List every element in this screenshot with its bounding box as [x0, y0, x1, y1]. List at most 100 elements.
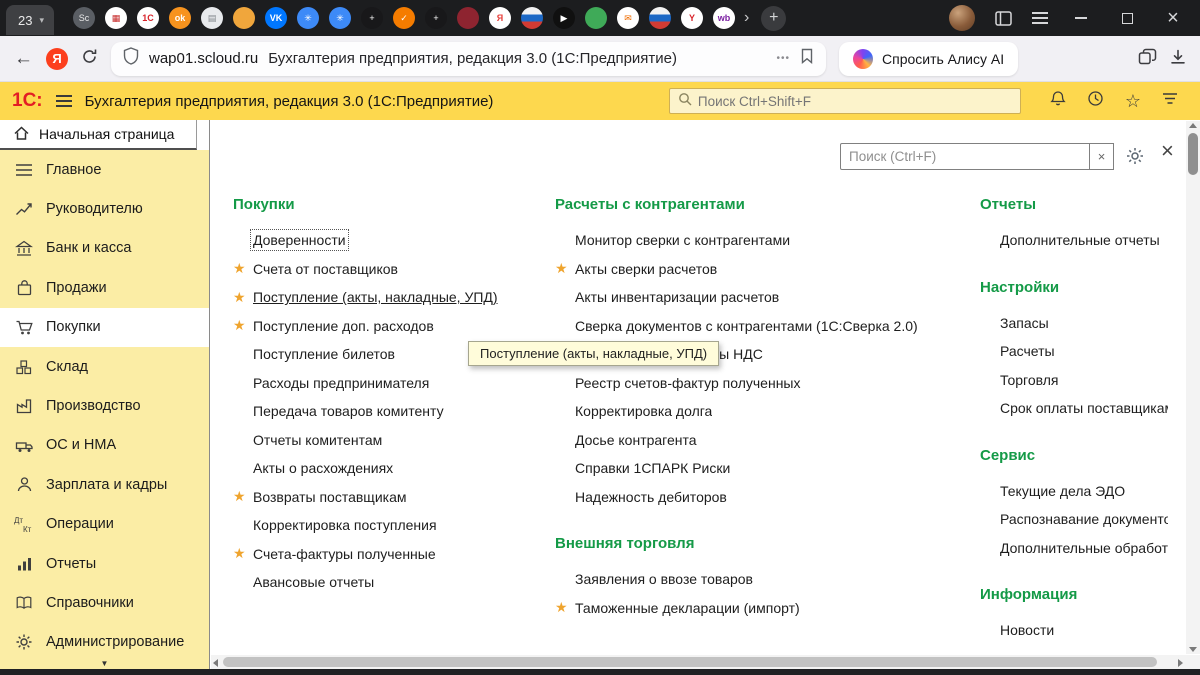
- ask-alice-button[interactable]: Спросить Алису AI: [839, 41, 1019, 76]
- browser-tab-favicon[interactable]: [649, 7, 671, 29]
- sidebar-item-administrirovanie[interactable]: Администрирование: [0, 623, 209, 662]
- menu-link[interactable]: Надежность дебиторов: [575, 489, 727, 505]
- browser-tab-favicon[interactable]: +: [425, 7, 447, 29]
- horizontal-scrollbar-thumb[interactable]: [223, 657, 1157, 667]
- history-icon[interactable]: [1087, 90, 1104, 112]
- 1c-logo[interactable]: 1С:: [12, 90, 43, 112]
- scroll-left-arrow-icon[interactable]: [213, 659, 218, 667]
- browser-tab-favicon[interactable]: ✉: [617, 7, 639, 29]
- scroll-down-arrow-icon[interactable]: [1189, 647, 1197, 652]
- menu-link[interactable]: Счета от поставщиков: [253, 261, 398, 277]
- tab-overflow-chevron-icon[interactable]: ›: [744, 9, 749, 27]
- menu-link[interactable]: Таможенные декларации (импорт): [575, 600, 800, 616]
- sidebar-item-bank-i-kassa[interactable]: Банк и касса: [0, 229, 209, 268]
- vertical-scrollbar-thumb[interactable]: [1188, 133, 1198, 175]
- star-icon[interactable]: ★: [233, 317, 253, 334]
- browser-active-tab[interactable]: 23 ▾: [6, 5, 54, 35]
- menu-link[interactable]: Запасы: [1000, 315, 1049, 331]
- window-minimize-button[interactable]: [1068, 5, 1094, 31]
- scroll-right-arrow-icon[interactable]: [1178, 659, 1183, 667]
- menu-link[interactable]: Распознавание документов: [1000, 511, 1168, 527]
- sidebar-item-spravochniki[interactable]: Справочники: [0, 583, 209, 622]
- browser-tab-favicon[interactable]: ▤: [201, 7, 223, 29]
- favorites-star-icon[interactable]: ☆: [1125, 92, 1141, 110]
- menu-link[interactable]: Монитор сверки с контрагентами: [575, 232, 790, 248]
- browser-tab-favicon[interactable]: ✓: [393, 7, 415, 29]
- clear-search-icon[interactable]: ×: [1090, 143, 1114, 170]
- menu-link[interactable]: Акты сверки расчетов: [575, 261, 717, 277]
- browser-tab-favicon[interactable]: ok: [169, 7, 191, 29]
- menu-link[interactable]: Реестр счетов-фактур полученных: [575, 375, 801, 391]
- sidebar-item-pokupki[interactable]: Покупки: [0, 307, 209, 347]
- scroll-up-arrow-icon[interactable]: [1189, 123, 1197, 128]
- menu-link[interactable]: Текущие дела ЭДО: [1000, 483, 1125, 499]
- sidebar-item-proizvodstvo[interactable]: Производство: [0, 386, 209, 425]
- sidebar-item-operatsii[interactable]: Дт Кт Операции: [0, 505, 209, 544]
- sidebar-item-rukovoditelyu[interactable]: Руководителю: [0, 189, 209, 228]
- star-icon[interactable]: ★: [233, 260, 253, 277]
- bookmark-icon[interactable]: [800, 48, 814, 69]
- browser-tab-favicon[interactable]: [233, 7, 255, 29]
- browser-tab-favicon[interactable]: 1С: [137, 7, 159, 29]
- browser-tab-favicon[interactable]: Sc: [73, 7, 95, 29]
- browser-tab-favicon[interactable]: [521, 7, 543, 29]
- browser-tab-favicon[interactable]: ✳: [329, 7, 351, 29]
- new-tab-button[interactable]: +: [761, 5, 787, 31]
- side-panel-icon[interactable]: [995, 10, 1012, 26]
- menu-link[interactable]: Авансовые отчеты: [253, 574, 374, 590]
- menu-link[interactable]: Сверка документов с контрагентами (1С:Св…: [575, 318, 918, 334]
- menu-link[interactable]: Расходы предпринимателя: [253, 375, 429, 391]
- more-icon[interactable]: •••: [776, 53, 790, 64]
- menu-link[interactable]: Справки 1СПАРК Риски: [575, 460, 730, 476]
- browser-tab-favicon[interactable]: ▶: [553, 7, 575, 29]
- chevron-down-icon[interactable]: ▾: [39, 15, 44, 26]
- browser-tab-favicon[interactable]: [457, 7, 479, 29]
- browser-tab-favicon[interactable]: ✳: [297, 7, 319, 29]
- browser-tab-favicon[interactable]: VK: [265, 7, 287, 29]
- menu-link[interactable]: Досье контрагента: [575, 432, 697, 448]
- browser-tab-favicon[interactable]: Y: [681, 7, 703, 29]
- menu-link[interactable]: Поступление билетов: [253, 346, 395, 362]
- sidebar-item-os-i-nma[interactable]: ОС и НМА: [0, 426, 209, 465]
- browser-menu-icon[interactable]: [1032, 17, 1048, 19]
- horizontal-scrollbar[interactable]: [211, 655, 1185, 669]
- star-icon[interactable]: ★: [555, 260, 575, 277]
- sidebar-item-zarplata-i-kadry[interactable]: Зарплата и кадры: [0, 465, 209, 504]
- refresh-icon[interactable]: [81, 48, 98, 69]
- panel-settings-gear-icon[interactable]: [1125, 146, 1145, 171]
- sidebar-scroll-down-icon[interactable]: ▼: [0, 659, 209, 669]
- address-bar[interactable]: wap01.scloud.ru Бухгалтерия предприятия,…: [111, 41, 826, 76]
- menu-link[interactable]: Передача товаров комитенту: [253, 403, 444, 419]
- browser-tab-favicon[interactable]: wb: [713, 7, 735, 29]
- menu-link[interactable]: Поступление доп. расходов: [253, 318, 434, 334]
- window-maximize-button[interactable]: [1114, 5, 1140, 31]
- browser-tab-favicon[interactable]: +: [361, 7, 383, 29]
- browser-tab-favicon[interactable]: [585, 7, 607, 29]
- url-text[interactable]: wap01.scloud.ru: [149, 50, 258, 67]
- menu-link[interactable]: Дополнительные отчеты: [1000, 232, 1160, 248]
- window-close-button[interactable]: ×: [1160, 5, 1186, 31]
- star-icon[interactable]: ★: [233, 488, 253, 505]
- sidebar-item-otchety[interactable]: Отчеты: [0, 544, 209, 583]
- menu-link[interactable]: Срок оплаты поставщикам: [1000, 400, 1168, 416]
- global-search-field[interactable]: [668, 88, 1021, 114]
- view-settings-icon[interactable]: [1162, 92, 1178, 110]
- menu-link[interactable]: Заявления о ввозе товаров: [575, 571, 753, 587]
- menu-link[interactable]: Новости: [1000, 622, 1054, 638]
- menu-link[interactable]: Акты о расхождениях: [253, 460, 393, 476]
- menu-link[interactable]: Возвраты поставщикам: [253, 489, 406, 505]
- vertical-scrollbar[interactable]: [1186, 121, 1200, 654]
- menu-link[interactable]: Расчеты: [1000, 343, 1055, 359]
- notifications-bell-icon[interactable]: [1050, 90, 1066, 112]
- menu-link[interactable]: Корректировка долга: [575, 403, 712, 419]
- menu-link[interactable]: Дополнительные обработки: [1000, 540, 1168, 556]
- menu-link[interactable]: Поступление (акты, накладные, УПД): [253, 289, 498, 305]
- menu-link[interactable]: Отчеты комитентам: [253, 432, 382, 448]
- panel-search-input[interactable]: [840, 143, 1090, 170]
- yandex-icon[interactable]: Я: [46, 47, 68, 70]
- menu-link[interactable]: Акты инвентаризации расчетов: [575, 289, 779, 305]
- app-menu-icon[interactable]: [55, 100, 72, 102]
- star-icon[interactable]: ★: [233, 289, 253, 306]
- browser-tab-favicon[interactable]: ▦: [105, 7, 127, 29]
- tabs-panel-icon[interactable]: [1138, 48, 1157, 69]
